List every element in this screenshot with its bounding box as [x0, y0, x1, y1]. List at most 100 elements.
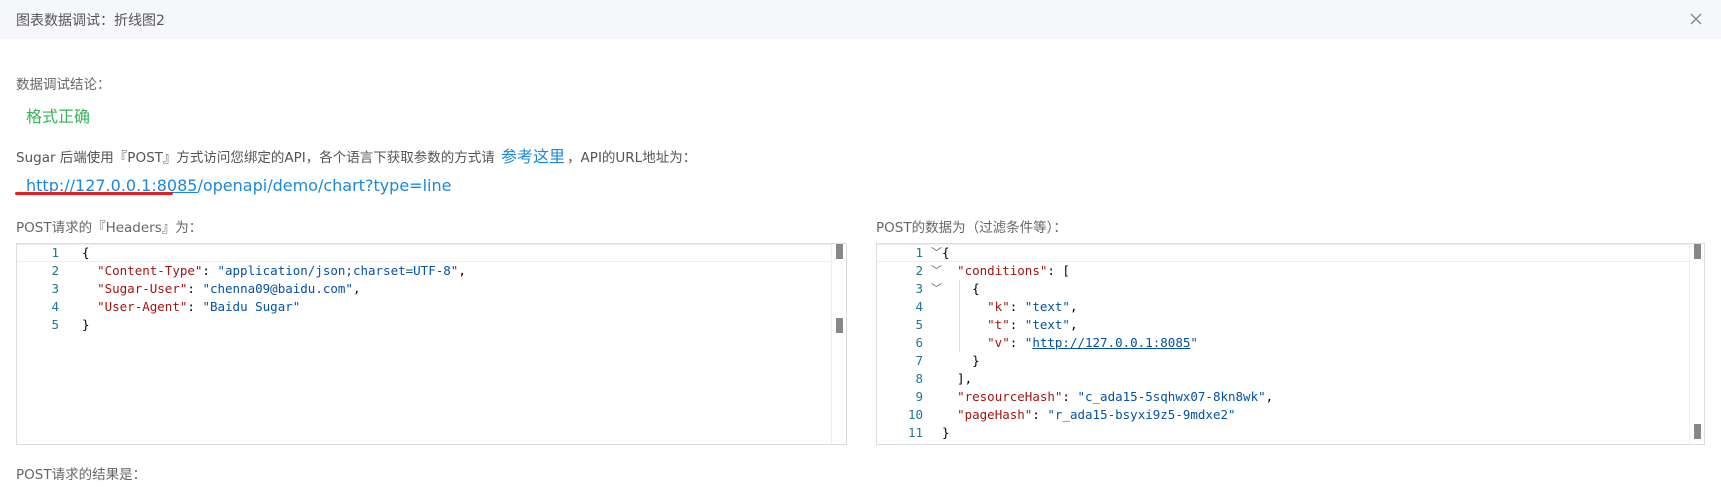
code-text: ], [942, 370, 972, 388]
json-string: "text" [1024, 317, 1070, 332]
code-line[interactable]: 3 ﹀ { [877, 280, 1704, 298]
code-text: { [942, 280, 980, 298]
line-number: 5 [51, 317, 59, 332]
line-number: 5 [915, 317, 923, 332]
json-string: "r_ada15-bsyxi9z5-9mdxe2" [1047, 407, 1236, 422]
line-number: 7 [915, 353, 923, 368]
code-line[interactable]: 9 "resourceHash": "c_ada15-5sqhwx07-8kn8… [877, 388, 1704, 406]
fold-chevron-icon[interactable]: ﹀ [931, 244, 942, 262]
line-number: 2 [915, 263, 923, 278]
code-line[interactable]: 5 "t": "text", [877, 316, 1704, 334]
json-key: "k" [987, 299, 1010, 314]
code-line[interactable]: 7 } [877, 352, 1704, 370]
json-punct [82, 281, 97, 296]
json-punct: , [1069, 299, 1078, 314]
code-text: } [942, 352, 980, 370]
code-line[interactable]: 6 "v": "http://127.0.0.1:8085" [877, 334, 1704, 352]
json-punct: , [352, 281, 361, 296]
conclusion-label: 数据调试结论： [16, 77, 111, 93]
code-line[interactable]: 3 "Sugar-User": "chenna09@baidu.com", [17, 280, 846, 298]
json-punct: ], [942, 371, 973, 386]
code-line[interactable]: 8 ], [877, 370, 1704, 388]
line-number: 8 [915, 371, 923, 386]
json-punct: { [942, 281, 980, 296]
code-line[interactable]: 10 "pageHash": "r_ada15-bsyxi9z5-9mdxe2" [877, 406, 1704, 424]
line-number: 9 [915, 389, 923, 404]
body-code-editor[interactable]: 1 ﹀{2 ﹀ "conditions": [3 ﹀ {4 "k": "text", 5… [876, 243, 1705, 445]
line-number: 4 [51, 299, 59, 314]
code-line[interactable]: 2 ﹀ "conditions": [ [877, 262, 1704, 280]
dialog-header: 图表数据调试：折线图2 [0, 0, 1721, 39]
description-text: Sugar 后端使用『POST』方式访问您绑定的API，各个语言下获取参数的方式… [16, 150, 495, 166]
dialog-title: 图表数据调试：折线图2 [16, 12, 165, 29]
json-punct: : [1009, 317, 1025, 332]
json-string: "chenna09@baidu.com" [202, 281, 353, 296]
json-key: "User-Agent" [97, 299, 188, 314]
code-line[interactable]: 5} [17, 316, 846, 334]
json-punct: : [1062, 389, 1078, 404]
json-punct: { [82, 245, 90, 260]
code-line[interactable]: 1{ [17, 244, 846, 262]
json-punct [942, 407, 957, 422]
line-number: 2 [51, 263, 59, 278]
code-text: "conditions": [ [942, 262, 1070, 280]
code-line[interactable]: 2 "Content-Type": "application/json;char… [17, 262, 846, 280]
json-punct: : [202, 263, 218, 278]
line-number: 11 [907, 425, 923, 440]
code-text: "Sugar-User": "chenna09@baidu.com", [82, 280, 360, 298]
fold-chevron-icon[interactable]: ﹀ [931, 280, 942, 298]
json-string: " [1190, 335, 1198, 350]
code-text: "Content-Type": "application/json;charse… [82, 262, 466, 280]
json-key: "conditions" [957, 263, 1048, 278]
line-number: 4 [915, 299, 923, 314]
code-text: "resourceHash": "c_ada15-5sqhwx07-8kn8wk… [942, 388, 1273, 406]
code-line[interactable]: 11} [877, 424, 1704, 442]
result-label: POST请求的结果是： [16, 467, 147, 483]
json-punct [942, 317, 987, 332]
json-string: "Baidu Sugar" [202, 299, 301, 314]
json-punct: , [458, 263, 466, 278]
headers-label: POST请求的『Headers』为： [16, 220, 203, 236]
json-punct: : [187, 299, 203, 314]
json-punct: } [942, 353, 980, 368]
json-punct [82, 263, 97, 278]
json-punct [82, 299, 97, 314]
json-key: "Content-Type" [97, 263, 203, 278]
json-key: "pageHash" [957, 407, 1033, 422]
json-punct: } [942, 425, 950, 440]
code-text: { [942, 244, 950, 262]
code-text: "User-Agent": "Baidu Sugar" [82, 298, 300, 316]
json-key: "Sugar-User" [97, 281, 188, 296]
json-key: "v" [987, 335, 1010, 350]
line-number: 3 [915, 281, 923, 296]
code-text: "v": "http://127.0.0.1:8085" [942, 334, 1198, 352]
code-line[interactable]: 4 "User-Agent": "Baidu Sugar" [17, 298, 846, 316]
json-punct: , [1069, 317, 1078, 332]
headers-code-editor[interactable]: 1{2 "Content-Type": "application/json;ch… [16, 243, 847, 445]
json-punct [942, 263, 957, 278]
line-number: 6 [915, 335, 923, 350]
body-label: POST的数据为（过滤条件等）： [876, 220, 1067, 236]
json-punct: { [942, 245, 950, 260]
json-punct: : [1009, 335, 1025, 350]
red-underline-annotation [15, 192, 173, 195]
line-number: 3 [51, 281, 59, 296]
json-punct: : [187, 281, 203, 296]
json-string: "text" [1024, 299, 1070, 314]
json-punct: : [ [1047, 263, 1070, 278]
code-line[interactable]: 4 "k": "text", [877, 298, 1704, 316]
json-string: "application/json;charset=UTF-8" [217, 263, 459, 278]
json-link[interactable]: http://127.0.0.1:8085 [1032, 335, 1190, 350]
code-text: } [942, 424, 950, 442]
json-punct: } [82, 317, 90, 332]
description-suffix: ，API的URL地址为： [567, 150, 697, 166]
json-punct: : [1009, 299, 1025, 314]
api-url-path[interactable]: /openapi/demo/chart?type=line [197, 176, 451, 195]
status-text: 格式正确 [26, 107, 91, 126]
code-line[interactable]: 1 ﹀{ [877, 244, 1704, 262]
reference-link[interactable]: 参考这里 [501, 147, 565, 166]
fold-chevron-icon[interactable]: ﹀ [931, 262, 942, 280]
close-icon[interactable] [1689, 12, 1703, 26]
api-description: Sugar 后端使用『POST』方式访问您绑定的API，各个语言下获取参数的方式… [16, 143, 696, 167]
code-text: { [82, 244, 90, 262]
